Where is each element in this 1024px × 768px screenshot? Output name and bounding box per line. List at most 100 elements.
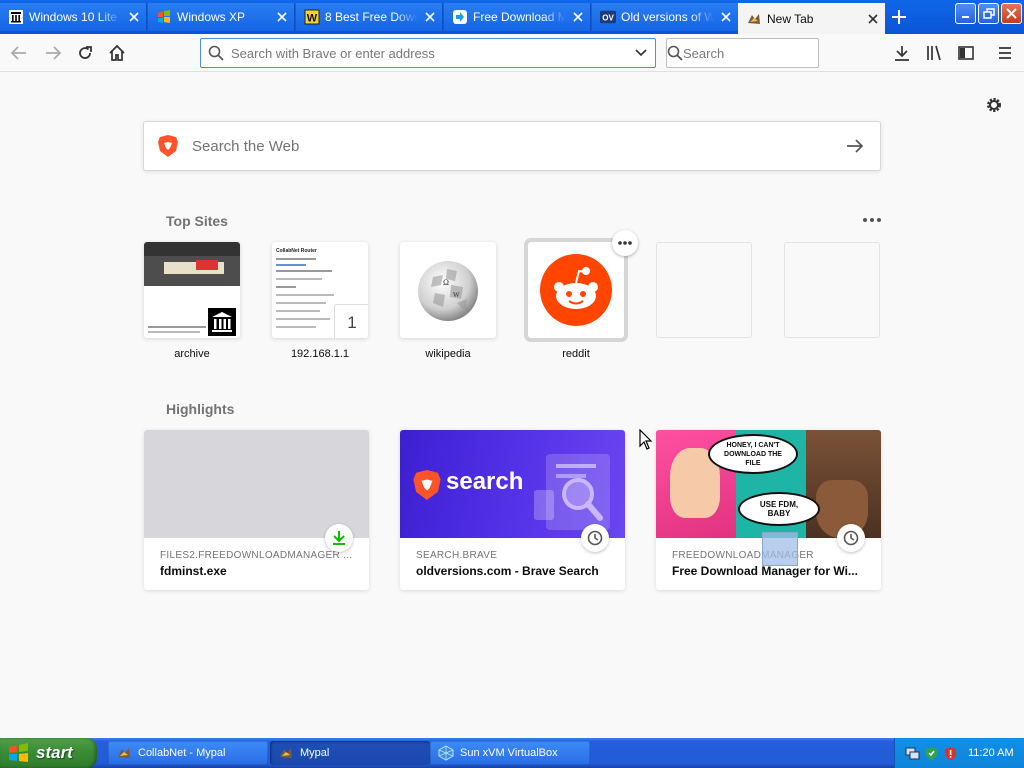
forward-button[interactable] bbox=[40, 40, 66, 66]
search-input[interactable] bbox=[683, 39, 859, 67]
highlight-image: search bbox=[400, 430, 625, 538]
security-shield-icon[interactable] bbox=[924, 746, 939, 761]
site-thumbnail: ΩW bbox=[400, 242, 496, 338]
reddit-alien-icon bbox=[540, 254, 612, 326]
site-label: 192.168.1.1 bbox=[290, 348, 350, 360]
top-site-empty[interactable] bbox=[656, 242, 752, 362]
highlight-title: oldversions.com - Brave Search bbox=[416, 564, 599, 578]
highlight-host: SEARCH.BRAVE bbox=[416, 550, 498, 561]
thumb-title: CollabNet Router bbox=[276, 248, 317, 254]
tab-best-download-managers[interactable]: W 8 Best Free Download Managers bbox=[296, 3, 443, 31]
sidebar-button[interactable] bbox=[953, 40, 979, 66]
top-sites-heading: Top Sites bbox=[166, 213, 228, 229]
home-icon bbox=[109, 44, 125, 61]
taskbar-item-virtualbox[interactable]: Sun xVM VirtualBox bbox=[430, 741, 590, 765]
restore-button[interactable] bbox=[978, 3, 999, 24]
svg-text:W: W bbox=[453, 291, 460, 299]
tab-windows-xp[interactable]: Windows XP bbox=[148, 3, 295, 31]
virtualbox-icon bbox=[438, 745, 454, 761]
windows-taskbar: start CollabNet - Mypal Mypal Sun xVM Vi… bbox=[0, 738, 1024, 768]
highlights-heading: Highlights bbox=[166, 401, 235, 417]
taskbar-item-label: Mypal bbox=[300, 747, 330, 759]
highlight-card[interactable]: search SEARCH.BRAVE oldversions.com - Br… bbox=[400, 430, 625, 590]
site-label: archive bbox=[174, 348, 210, 360]
new-tab-button[interactable] bbox=[884, 5, 914, 29]
library-icon bbox=[927, 45, 941, 61]
search-icon bbox=[201, 45, 231, 61]
navigation-toolbar bbox=[0, 34, 1024, 72]
download-icon bbox=[325, 524, 353, 552]
tab-free-download-manager[interactable]: Free Download Manager bbox=[444, 3, 591, 31]
settings-gear-icon[interactable] bbox=[983, 94, 1005, 116]
web-search-box[interactable] bbox=[143, 121, 881, 171]
archive-icon bbox=[206, 306, 238, 338]
ov-icon: OV bbox=[600, 9, 616, 25]
top-site-archive[interactable]: archive bbox=[144, 242, 240, 362]
site-label bbox=[656, 348, 752, 362]
tab-new-tab[interactable]: New Tab bbox=[738, 3, 885, 34]
home-button[interactable] bbox=[104, 40, 130, 66]
clock: 11:20 AM bbox=[968, 747, 1014, 759]
highlight-card[interactable]: HONEY, I CAN'T DOWNLOAD THE FILE USE FDM… bbox=[656, 430, 881, 590]
downloads-button[interactable] bbox=[889, 40, 915, 66]
search-bar[interactable] bbox=[666, 38, 859, 68]
site-label: reddit bbox=[562, 348, 590, 360]
highlight-title: Free Download Manager for Wi... bbox=[672, 564, 858, 578]
search-icon bbox=[667, 45, 683, 61]
alert-shield-icon[interactable] bbox=[943, 746, 958, 761]
highlight-card[interactable]: FILES2.FREEDOWNLOADMANAGER ... fdminst.e… bbox=[144, 430, 369, 590]
start-button[interactable]: start bbox=[0, 738, 97, 768]
menu-button[interactable] bbox=[992, 40, 1018, 66]
web-search-input[interactable] bbox=[192, 122, 830, 170]
chevron-down-icon[interactable] bbox=[627, 49, 655, 57]
highlight-image: HONEY, I CAN'T DOWNLOAD THE FILE USE FDM… bbox=[656, 430, 881, 538]
top-site-empty[interactable] bbox=[784, 242, 880, 362]
brave-logo-icon bbox=[413, 470, 441, 500]
close-window-button[interactable] bbox=[1001, 3, 1022, 24]
w-icon: W bbox=[304, 9, 320, 25]
tab-old-versions[interactable]: OV Old versions of Windows bbox=[592, 3, 739, 31]
network-icon[interactable] bbox=[905, 746, 920, 761]
minimize-button[interactable] bbox=[955, 3, 976, 24]
search-submit-arrow-icon[interactable] bbox=[830, 139, 880, 153]
tab-windows-10-lite[interactable]: Windows 10 Lite x64 bbox=[0, 3, 147, 31]
top-site-wikipedia[interactable]: ΩW wikipedia bbox=[400, 242, 496, 362]
taskbar-item-mypal[interactable]: Mypal bbox=[270, 741, 430, 765]
system-tray: 11:20 AM bbox=[894, 738, 1024, 768]
tab-title: Free Download Manager bbox=[473, 10, 566, 24]
drag-image-icon bbox=[762, 532, 798, 566]
close-tab-icon[interactable] bbox=[861, 7, 885, 31]
magnifier-icon bbox=[562, 478, 603, 521]
close-tab-icon[interactable] bbox=[418, 5, 442, 29]
mouse-cursor-icon bbox=[639, 429, 653, 450]
highlight-title: fdminst.exe bbox=[160, 564, 227, 578]
site-label: wikipedia bbox=[425, 348, 471, 360]
mypal-icon bbox=[118, 748, 130, 758]
top-site-reddit[interactable]: reddit bbox=[528, 230, 638, 362]
site-thumbnail: CollabNet Router 1 bbox=[272, 242, 368, 338]
back-arrow-icon bbox=[10, 46, 26, 60]
close-tab-icon[interactable] bbox=[714, 5, 738, 29]
top-site-router[interactable]: CollabNet Router 1 192.168.1.1 bbox=[272, 242, 368, 362]
site-number-badge: 1 bbox=[334, 304, 368, 338]
tab-strip: Windows 10 Lite x64 Windows XP W 8 Best … bbox=[0, 0, 1024, 34]
library-button[interactable] bbox=[921, 40, 947, 66]
close-tab-icon[interactable] bbox=[122, 5, 146, 29]
address-bar[interactable] bbox=[200, 38, 656, 68]
close-tab-icon[interactable] bbox=[270, 5, 294, 29]
comic-bubble: USE FDM, BABY bbox=[738, 492, 820, 526]
reload-icon bbox=[79, 46, 92, 59]
windows-logo-icon bbox=[9, 743, 28, 762]
address-input[interactable] bbox=[231, 39, 627, 67]
taskbar-item-collabnet[interactable]: CollabNet - Mypal bbox=[108, 741, 268, 765]
back-button[interactable] bbox=[6, 40, 32, 66]
close-tab-icon[interactable] bbox=[566, 5, 590, 29]
more-options-icon bbox=[618, 241, 632, 245]
context-menu-button[interactable] bbox=[612, 230, 638, 256]
more-options-icon[interactable] bbox=[860, 210, 884, 230]
site-placeholder bbox=[656, 242, 752, 338]
fdm-icon bbox=[452, 9, 468, 25]
site-thumbnail bbox=[144, 242, 240, 338]
download-icon bbox=[895, 46, 909, 61]
reload-button[interactable] bbox=[72, 40, 98, 66]
